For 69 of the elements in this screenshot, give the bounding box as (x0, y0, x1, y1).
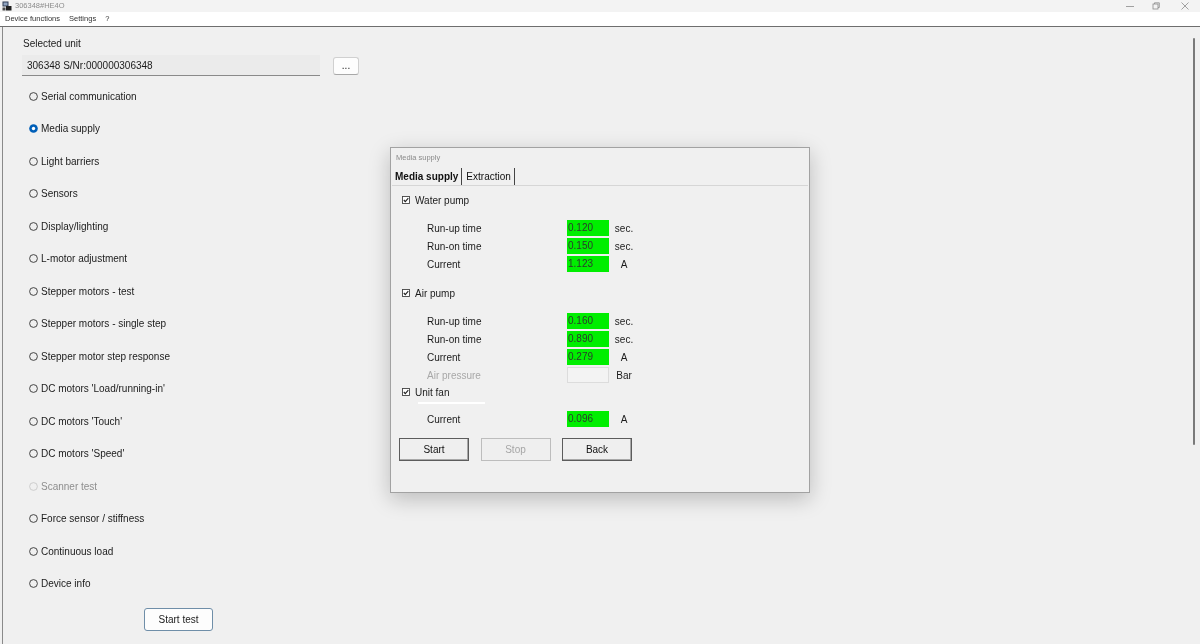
radio-option[interactable]: Serial communication (29, 89, 137, 103)
radio-icon[interactable] (29, 416, 38, 426)
field-label: Current (427, 412, 461, 426)
radio-icon[interactable] (29, 221, 38, 231)
field-label: Run-up time (427, 314, 482, 328)
dialog-button[interactable]: Back (562, 438, 632, 461)
radio-option[interactable]: Light barriers (29, 154, 100, 168)
unit-label: sec. (614, 314, 634, 328)
radio-icon[interactable] (29, 254, 38, 264)
value-field[interactable]: 0.279 (567, 349, 609, 365)
checkbox-icon[interactable] (402, 196, 410, 204)
radio-option[interactable]: Stepper motors - single step (29, 317, 167, 331)
unit-label: Bar (616, 368, 632, 382)
radio-icon[interactable] (29, 124, 38, 134)
radio-option[interactable]: DC motors 'Touch' (29, 414, 123, 428)
radio-option[interactable]: Media supply (29, 122, 100, 136)
unit-label: A (620, 412, 628, 426)
radio-option[interactable]: L-motor adjustment (29, 252, 128, 266)
field-label: Run-up time (427, 221, 482, 235)
value-field[interactable]: 1.123 (567, 256, 609, 272)
dialog-button[interactable]: Start (399, 438, 469, 461)
unit-label: sec. (614, 239, 634, 253)
value-field[interactable]: 0.096 (567, 411, 609, 427)
unit-label: sec. (614, 332, 634, 346)
radio-option[interactable]: Force sensor / stiffness (29, 512, 145, 526)
tab[interactable]: Media supply (393, 168, 463, 185)
radio-option[interactable]: DC motors 'Speed' (29, 447, 125, 461)
radio-icon[interactable] (29, 449, 38, 459)
unit-field[interactable]: 306348 S/Nr:000000306348 (22, 55, 320, 76)
start-test-button[interactable]: Start test (144, 608, 213, 631)
unit-label: A (620, 350, 628, 364)
value-field[interactable]: 0.160 (567, 313, 609, 329)
browse-button[interactable]: ... (333, 56, 359, 75)
radio-option[interactable]: Display/lighting (29, 219, 109, 233)
radio-icon[interactable] (29, 351, 38, 361)
field-label: Run-on time (427, 239, 482, 253)
radio-icon[interactable] (29, 384, 38, 394)
radio-option[interactable]: Stepper motor step response (29, 349, 170, 363)
checkbox-option[interactable]: Unit fan (402, 385, 450, 399)
field-label: Run-on time (427, 332, 482, 346)
radio-option[interactable]: DC motors 'Load/running-in' (29, 382, 165, 396)
value-field[interactable]: 0.120 (567, 220, 609, 236)
radio-icon[interactable] (29, 546, 38, 556)
checkbox-option[interactable]: Water pump (402, 193, 470, 207)
radio-icon[interactable] (29, 579, 38, 589)
radio-icon[interactable] (29, 156, 38, 166)
value-field[interactable]: 0.150 (567, 238, 609, 254)
radio-icon[interactable] (29, 514, 38, 524)
radio-icon[interactable] (29, 286, 38, 296)
tab[interactable]: Extraction (464, 168, 515, 185)
radio-icon[interactable] (29, 189, 38, 199)
checkbox-icon[interactable] (402, 289, 410, 297)
radio-option[interactable]: Device info (29, 577, 91, 591)
scrollbar[interactable] (1193, 38, 1195, 445)
field-label: Current (427, 350, 461, 364)
field-label: Selected unit (23, 37, 81, 51)
radio-option[interactable]: Sensors (29, 187, 78, 201)
checkbox-icon[interactable] (402, 388, 410, 396)
radio-option[interactable]: Continuous load (29, 544, 114, 558)
value-field[interactable]: 0.890 (567, 331, 609, 347)
unit-label: A (620, 257, 628, 271)
app-icon (2, 1, 12, 11)
radio-icon[interactable] (29, 319, 38, 329)
checkbox-option[interactable]: Air pump (402, 286, 455, 300)
field-label: Air pressure (427, 368, 481, 382)
radio-option[interactable]: Stepper motors - test (29, 284, 135, 298)
radio-icon[interactable] (29, 91, 38, 101)
field-label: Current (427, 257, 461, 271)
unit-label: sec. (614, 221, 634, 235)
